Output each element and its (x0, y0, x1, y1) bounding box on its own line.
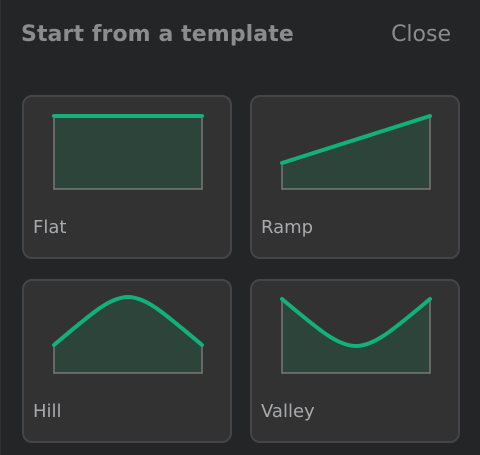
template-label: Flat (33, 217, 67, 238)
template-label: Valley (261, 401, 315, 422)
ramp-curve-icon (280, 114, 432, 190)
curve-area (53, 115, 203, 190)
flat-curve-icon (52, 114, 204, 190)
close-button[interactable]: Close (391, 22, 451, 47)
curve-area (281, 297, 431, 374)
template-card-ramp[interactable]: Ramp (250, 95, 460, 259)
curve-area (281, 114, 431, 190)
template-label: Ramp (261, 217, 314, 238)
valley-curve-icon (280, 297, 432, 374)
template-card-flat[interactable]: Flat (22, 95, 232, 259)
panel-title: Start from a template (21, 22, 294, 47)
template-card-valley[interactable]: Valley (250, 279, 460, 443)
template-picker-panel: Start from a template Close Flat Ramp Hi… (0, 0, 480, 455)
hill-curve-icon (52, 294, 204, 374)
panel-header: Start from a template Close (21, 22, 451, 56)
curve-area (53, 296, 203, 374)
template-card-hill[interactable]: Hill (22, 279, 232, 443)
template-label: Hill (33, 401, 62, 422)
